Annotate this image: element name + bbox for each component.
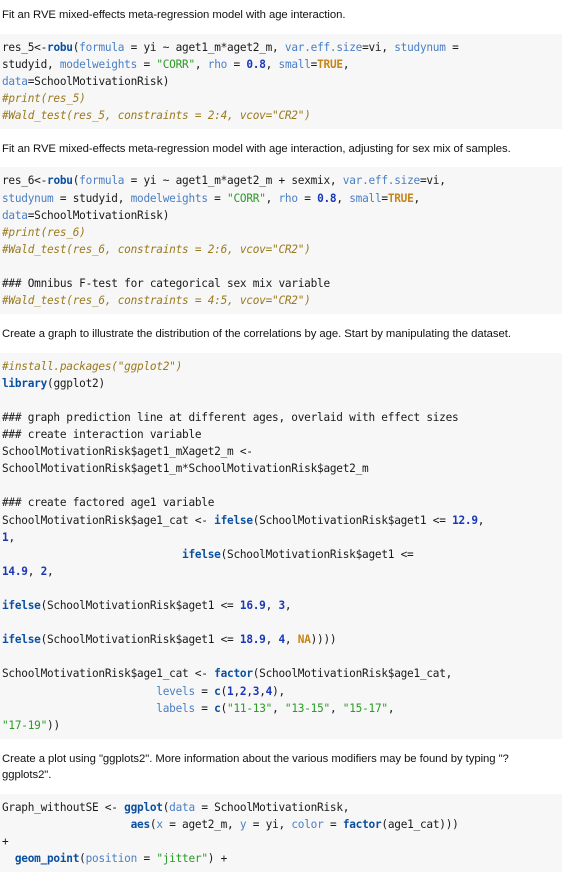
code-line: ### create interaction variable [2,428,202,442]
code-chunk-data-prep[interactable]: #install.packages("ggplot2") library(ggpl… [0,352,562,739]
code-line: ### Omnibus F-test for categorical sex m… [2,277,330,291]
code-line: ifelse(SchoolMotivationRisk$aget1 <= [182,547,414,561]
code-line: ### create factored age1 variable [2,496,215,510]
paragraph-create-graph: Create a graph to illustrate the distrib… [2,328,511,341]
paragraph-create-plot: Create a plot using "ggplots2". More inf… [2,752,509,782]
code-line: data=SchoolMotivationRisk) [2,74,170,88]
code-line: res_6<-robu(formula = yi ~ aget1_m*aget2… [2,174,446,188]
code-chunk-res6[interactable]: res_6<-robu(formula = yi ~ aget1_m*aget2… [0,167,562,315]
code-line: #print(res_5) [2,91,86,105]
code-line: res_5<-robu(formula = yi ~ aget1_m*aget2… [2,40,459,54]
code-line: data=SchoolMotivationRisk) [2,208,170,222]
code-line: #Wald_test(res_5, constraints = 2:4, vco… [2,108,311,122]
rmarkdown-document: Fit an RVE mixed-effects meta-regression… [0,0,562,872]
paragraph-fit-rve-sexmix: Fit an RVE mixed-effects meta-regression… [2,142,511,155]
code-line: SchoolMotivationRisk$age1_cat <- factor(… [2,667,453,681]
code-line: #install.packages("ggplot2") [2,359,183,373]
code-chunk-ggplot[interactable]: Graph_withoutSE <- ggplot(data = SchoolM… [0,793,562,872]
code-line: ifelse(SchoolMotivationRisk$aget1 <= 18.… [2,633,337,647]
code-line: + [2,834,9,848]
code-line: "17-19")) [2,718,60,732]
code-line: studyid, modelweights = "CORR", rho = 0.… [2,57,350,71]
code-line: SchoolMotivationRisk$aget1_mXaget2_m <- [2,445,253,459]
paragraph-fit-rve-age-interaction: Fit an RVE mixed-effects meta-regression… [2,9,346,21]
code-line: ### graph prediction line at different a… [2,411,459,424]
code-line: #print(res_6) [2,225,86,239]
code-line: #Wald_test(res_6, constraints = 4:5, vco… [2,294,311,308]
code-line: ifelse(SchoolMotivationRisk$aget1 <= 16.… [2,599,292,613]
code-line: labels = c("11-13", "13-15", "15-17", [156,701,395,715]
code-line: 1, [2,530,15,544]
code-line: library(ggplot2) [2,376,105,390]
code-line: studynum = studyid, modelweights = "CORR… [2,191,420,205]
code-chunk-res5[interactable]: res_5<-robu(formula = yi ~ aget1_m*aget2… [0,33,562,129]
code-line: Graph_withoutSE <- ggplot(data = SchoolM… [2,800,350,814]
code-line: SchoolMotivationRisk$aget1_m*SchoolMotiv… [2,462,369,476]
code-line: 14.9, 2, [2,564,54,578]
code-line: geom_point(position = "jitter") + [14,852,228,866]
code-line: aes(x = aget2_m, y = yi, color = factor(… [130,817,459,831]
code-line: levels = c(1,2,3,4), [156,684,285,698]
code-line: SchoolMotivationRisk$age1_cat <- ifelse(… [2,513,485,527]
code-line: #Wald_test(res_6, constraints = 2:6, vco… [2,242,311,256]
